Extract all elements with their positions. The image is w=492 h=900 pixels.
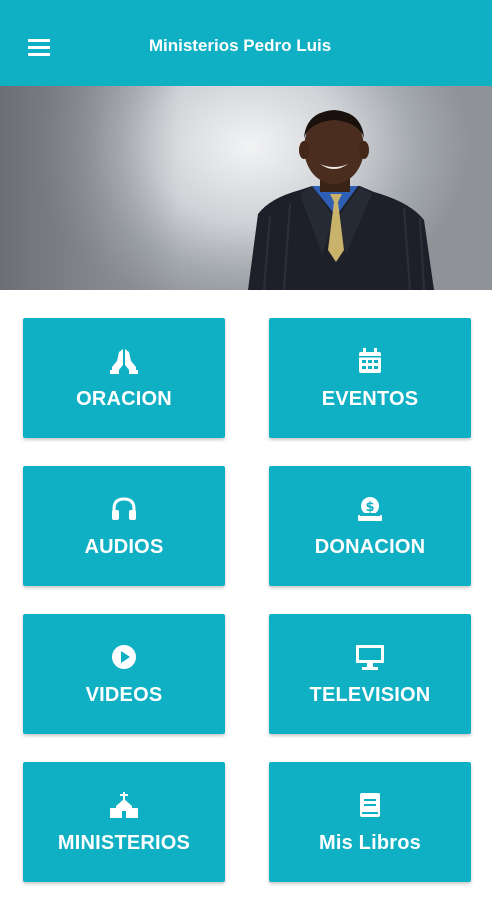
app-bar: Ministerios Pedro Luis	[0, 0, 492, 86]
tile-videos[interactable]: VIDEOS	[23, 614, 225, 734]
tile-label: EVENTOS	[321, 387, 419, 410]
tile-donacion[interactable]: $ DONACION	[269, 466, 471, 586]
pastor-portrait	[248, 110, 434, 290]
praying-hands-icon	[109, 346, 139, 376]
tile-label: AUDIOS	[84, 535, 164, 558]
book-icon	[355, 790, 385, 820]
tile-audios[interactable]: AUDIOS	[23, 466, 225, 586]
calendar-icon	[355, 346, 385, 376]
menu-grid: ORACION EVENTOS AUDIOS $ DONACION VIDEOS…	[0, 290, 492, 900]
church-icon	[109, 790, 139, 820]
tile-oracion[interactable]: ORACION	[23, 318, 225, 438]
tile-mis-libros[interactable]: Mis Libros	[269, 762, 471, 882]
tile-label: VIDEOS	[85, 683, 163, 706]
tile-ministerios[interactable]: MINISTERIOS	[23, 762, 225, 882]
headphones-icon	[109, 494, 139, 524]
svg-text:$: $	[365, 500, 374, 515]
tile-label: MINISTERIOS	[57, 831, 191, 854]
donation-icon: $	[355, 494, 385, 524]
tile-television[interactable]: TELEVISION	[269, 614, 471, 734]
tile-label: TELEVISION	[309, 683, 431, 706]
hero-banner	[0, 86, 492, 290]
tile-eventos[interactable]: EVENTOS	[269, 318, 471, 438]
television-icon	[355, 642, 385, 672]
tile-label: DONACION	[314, 535, 426, 558]
tile-label: Mis Libros	[318, 831, 421, 854]
app-title: Ministerios Pedro Luis	[148, 36, 332, 55]
tile-label: ORACION	[76, 387, 172, 410]
play-circle-icon	[109, 642, 139, 672]
